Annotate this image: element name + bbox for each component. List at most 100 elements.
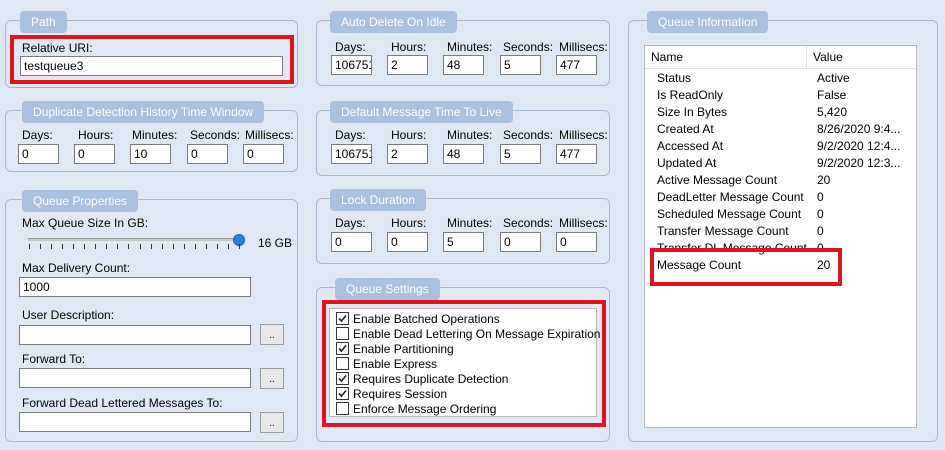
slider-tick [239, 244, 240, 249]
setting-label: Requires Session [353, 387, 448, 401]
setting-label: Enable Dead Lettering On Message Expirat… [353, 327, 601, 341]
lock-millisecs-input[interactable]: 0 [556, 232, 597, 252]
forward-dead-input[interactable] [19, 412, 251, 432]
ttl-hours-input[interactable]: 2 [387, 144, 428, 164]
setting-enable-batched-operations[interactable]: Enable Batched Operations [336, 312, 500, 327]
setting-requires-session[interactable]: Requires Session [336, 387, 447, 402]
slider-tick [172, 244, 174, 249]
queue-info-row[interactable]: Scheduled Message Count 0 [645, 206, 916, 223]
queue-info-row-value: 9/2/2020 12:4... [817, 139, 901, 153]
slider-tick [40, 244, 42, 249]
setting-enable-express[interactable]: Enable Express [336, 357, 437, 372]
queue-info-row-name: Transfer DL Message Count [657, 241, 807, 255]
slider-tick [95, 244, 97, 249]
dup-millisecs-label: Millisecs: [245, 128, 294, 142]
checkbox-unchecked-icon[interactable] [336, 327, 349, 340]
queue-info-col-value[interactable]: Value [807, 46, 916, 69]
lock-seconds-input[interactable]: 0 [500, 232, 541, 252]
lock-minutes-input[interactable]: 5 [443, 232, 484, 252]
auto-days-input[interactable]: 106751 [331, 55, 372, 75]
auto-hours-label: Hours: [391, 40, 427, 54]
ttl-days-input[interactable]: 106751 [331, 144, 372, 164]
user-description-browse-button[interactable]: .. [260, 324, 284, 345]
setting-enforce-message-ordering[interactable]: Enforce Message Ordering [336, 402, 496, 417]
queue-info-row-value: 9/2/2020 12:3... [817, 156, 901, 170]
dup-days-input[interactable]: 0 [18, 144, 59, 164]
checkbox-checked-icon[interactable] [336, 312, 349, 325]
dup-seconds-label: Seconds: [190, 128, 241, 142]
dup-hours-input[interactable]: 0 [74, 144, 115, 164]
queue-info-row[interactable]: Transfer DL Message Count 0 [645, 240, 916, 257]
ttl-seconds-label: Seconds: [503, 128, 554, 142]
slider-tick [84, 244, 86, 249]
checkbox-checked-icon[interactable] [336, 342, 349, 355]
queue-info-row-value: 8/26/2020 9:4... [817, 122, 901, 136]
setting-label: Enable Partitioning [353, 342, 454, 356]
ttl-minutes-input[interactable]: 48 [443, 144, 484, 164]
queue-info-row[interactable]: DeadLetter Message Count 0 [645, 189, 916, 206]
queue-info-row-name: Created At [657, 122, 714, 136]
queue-info-row[interactable]: Size In Bytes 5,420 [645, 104, 916, 121]
queue-info-row-value: 0 [817, 241, 824, 255]
queue-info-group: Queue Information Name Value Status Activ… [628, 11, 938, 442]
lock-days-input[interactable]: 0 [331, 232, 372, 252]
queue-info-row-name: Transfer Message Count [657, 224, 789, 238]
queue-info-row-name: Status [657, 71, 692, 85]
queue-info-table-header: Name Value [645, 46, 916, 69]
forward-to-input[interactable] [19, 368, 251, 388]
checkbox-unchecked-icon[interactable] [336, 402, 349, 415]
queue-info-row-value: 20 [817, 258, 831, 272]
checkbox-checked-icon[interactable] [336, 387, 349, 400]
user-description-input[interactable] [19, 325, 251, 345]
setting-enable-dead-lettering-on-message-expiration[interactable]: Enable Dead Lettering On Message Expirat… [336, 327, 600, 342]
relative-uri-input[interactable]: testqueue3 [20, 56, 283, 76]
queue-info-row-name: Active Message Count [657, 173, 778, 187]
dup-seconds-input[interactable]: 0 [187, 144, 228, 164]
queue-info-row[interactable]: Is ReadOnly False [645, 87, 916, 104]
queue-info-row[interactable]: Active Message Count 20 [645, 172, 916, 189]
lock-duration-header: Lock Duration [330, 189, 427, 211]
ttl-millisecs-input[interactable]: 477 [556, 144, 597, 164]
queue-info-row-value: 0 [817, 224, 824, 238]
auto-hours-input[interactable]: 2 [387, 55, 428, 75]
ttl-seconds-input[interactable]: 5 [500, 144, 541, 164]
forward-to-label: Forward To: [22, 352, 86, 366]
lock-days-label: Days: [335, 216, 366, 230]
dup-detection-group: Duplicate Detection History Time Window … [5, 101, 298, 172]
queue-settings-list: Enable Batched Operations Enable Dead Let… [329, 308, 600, 417]
lock-hours-label: Hours: [391, 216, 427, 230]
default-ttl-header: Default Message Time To Live [330, 101, 513, 123]
queue-info-row[interactable]: Created At 8/26/2020 9:4... [645, 121, 916, 138]
queue-info-row[interactable]: Status Active [645, 70, 916, 87]
setting-enable-partitioning[interactable]: Enable Partitioning [336, 342, 454, 357]
queue-info-col-name[interactable]: Name [645, 46, 807, 69]
setting-label: Requires Duplicate Detection [353, 372, 509, 386]
dup-minutes-input[interactable]: 10 [130, 144, 171, 164]
user-description-label: User Description: [22, 308, 115, 322]
slider-tick [62, 244, 64, 249]
queue-info-row[interactable]: Message Count 20 [645, 257, 916, 274]
auto-millisecs-input[interactable]: 477 [556, 55, 597, 75]
setting-requires-duplicate-detection[interactable]: Requires Duplicate Detection [336, 372, 508, 387]
queue-info-row[interactable]: Accessed At 9/2/2020 12:4... [645, 138, 916, 155]
dup-millisecs-input[interactable]: 0 [243, 144, 284, 164]
queue-info-row[interactable]: Transfer Message Count 0 [645, 223, 916, 240]
auto-minutes-label: Minutes: [447, 40, 493, 54]
max-size-slider-track[interactable] [28, 238, 240, 241]
auto-seconds-input[interactable]: 5 [500, 55, 541, 75]
slider-tick [205, 244, 207, 249]
slider-tick [117, 244, 119, 249]
checkbox-checked-icon[interactable] [336, 372, 349, 385]
auto-minutes-input[interactable]: 48 [443, 55, 484, 75]
checkbox-unchecked-icon[interactable] [336, 357, 349, 370]
queue-info-row[interactable]: Updated At 9/2/2020 12:3... [645, 155, 916, 172]
queue-info-row-name: DeadLetter Message Count [657, 190, 804, 204]
path-header: Path [20, 11, 67, 33]
queue-info-row-name: Is ReadOnly [657, 88, 724, 102]
forward-to-browse-button[interactable]: .. [260, 368, 284, 389]
slider-tick [106, 244, 108, 249]
max-delivery-input[interactable]: 1000 [19, 277, 251, 297]
forward-dead-browse-button[interactable]: .. [260, 412, 284, 433]
max-delivery-label: Max Delivery Count: [22, 261, 131, 275]
lock-hours-input[interactable]: 0 [387, 232, 428, 252]
